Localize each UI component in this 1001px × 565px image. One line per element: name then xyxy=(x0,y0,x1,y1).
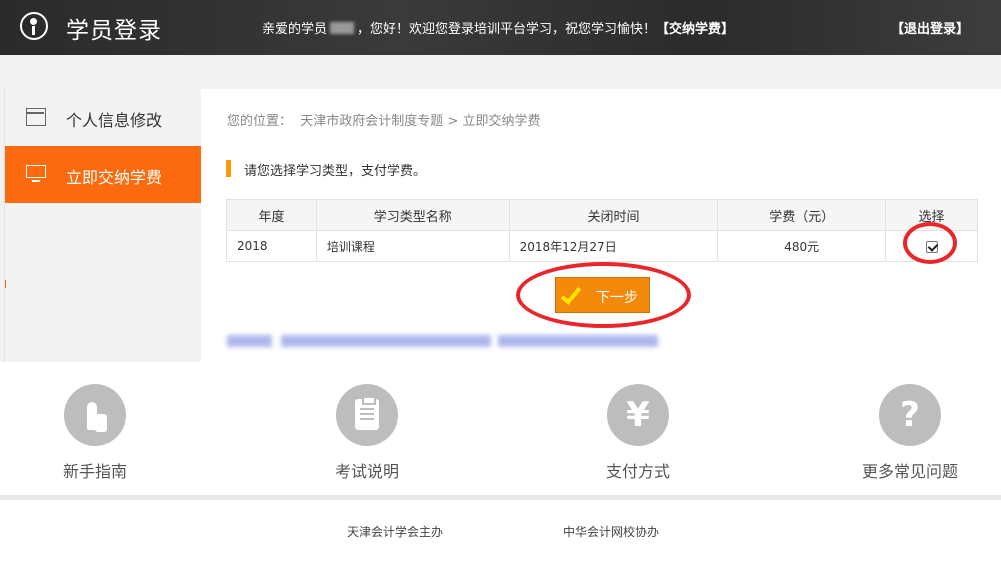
sidebar: 个人信息修改 立即交纳学费 xyxy=(4,89,213,362)
tap-icon xyxy=(64,384,126,446)
welcome-prefix: 亲爱的学员 xyxy=(262,22,328,37)
sidebar-item-label: 立即交纳学费 xyxy=(66,168,163,187)
redacted-text xyxy=(498,335,658,347)
next-step-label: 下一步 xyxy=(596,290,638,306)
monitor-icon xyxy=(26,165,46,182)
breadcrumb-prefix: 您的位置： xyxy=(227,114,293,129)
year-cell: 2018 xyxy=(226,230,317,262)
link-label: 更多常见问题 xyxy=(861,462,958,481)
redacted-name xyxy=(330,22,355,34)
column-header: 关闭时间 xyxy=(508,199,719,231)
next-step-button[interactable]: 下一步 xyxy=(555,277,650,313)
link-label: 新手指南 xyxy=(62,462,127,481)
app-title: 学员登录 xyxy=(66,18,162,44)
fee-cell: 480元 xyxy=(717,230,887,262)
link-faq[interactable]: ? 更多常见问题 xyxy=(845,384,975,482)
link-label: 考试说明 xyxy=(334,462,399,481)
column-header: 选择 xyxy=(885,199,978,231)
welcome-suffix: ，您好！欢迎您登录培训平台学习，祝您学习愉快！ xyxy=(357,22,657,37)
side-marker xyxy=(5,280,6,288)
welcome-message: 亲爱的学员 ，您好！欢迎您登录培训平台学习，祝您学习愉快！【交纳学费】 xyxy=(262,18,734,37)
breadcrumb-link[interactable]: 天津市政府会计制度专题 xyxy=(300,114,443,129)
select-cell xyxy=(885,230,978,262)
form-icon xyxy=(26,108,46,126)
logout-link[interactable]: 【退出登录】 xyxy=(891,18,969,37)
sidebar-item-pay-fees[interactable]: 立即交纳学费 xyxy=(5,146,213,203)
link-exam-info[interactable]: 考试说明 xyxy=(302,384,432,482)
main-panel: 您的位置： 天津市政府会计制度专题 > 立即交纳学费 请您选择学习类型，支付学费… xyxy=(201,89,1001,362)
clipboard-icon xyxy=(336,384,398,446)
section-hint: 请您选择学习类型，支付学费。 xyxy=(226,160,426,179)
yen-icon: ¥ xyxy=(607,384,669,446)
link-payment-methods[interactable]: ¥ 支付方式 xyxy=(573,384,703,482)
checkmark-icon xyxy=(560,283,582,305)
table-row: 2018 培训课程 2018年12月27日 480元 xyxy=(226,230,978,262)
link-beginner-guide[interactable]: 新手指南 xyxy=(30,384,160,482)
sidebar-item-profile[interactable]: 个人信息修改 xyxy=(5,89,207,146)
welcome-highlight: 【交纳学费】 xyxy=(656,22,735,37)
footer: 天津会计学会主办 中华会计网校协办 xyxy=(0,500,1001,565)
breadcrumb-separator: > xyxy=(447,114,459,129)
redacted-text xyxy=(227,335,272,347)
breadcrumb-current: 立即交纳学费 xyxy=(462,114,541,129)
table-header-row: 年度 学习类型名称 关闭时间 学费（元） 选择 xyxy=(226,199,978,231)
column-header: 学习类型名称 xyxy=(315,199,510,231)
column-header: 年度 xyxy=(226,199,317,231)
column-header: 学费（元） xyxy=(717,199,887,231)
type-cell: 培训课程 xyxy=(315,230,510,262)
footer-organizer: 天津会计学会主办 xyxy=(347,525,444,539)
close-time-cell: 2018年12月27日 xyxy=(508,230,719,262)
link-label: 支付方式 xyxy=(605,462,670,481)
help-links: 新手指南 考试说明 ¥ 支付方式 ? 更多常见问题 xyxy=(0,362,1001,495)
select-checkbox[interactable] xyxy=(925,240,938,253)
breadcrumb: 您的位置： 天津市政府会计制度专题 > 立即交纳学费 xyxy=(227,110,541,129)
footer-co-organizer: 中华会计网校协办 xyxy=(563,525,660,539)
sidebar-item-label: 个人信息修改 xyxy=(66,111,163,130)
question-icon: ? xyxy=(879,384,941,446)
user-icon xyxy=(20,12,48,40)
fee-table: 年度 学习类型名称 关闭时间 学费（元） 选择 2018 培训课程 2018年1… xyxy=(226,199,978,262)
redacted-text xyxy=(281,335,491,347)
top-header: 学员登录 亲爱的学员 ，您好！欢迎您登录培训平台学习，祝您学习愉快！【交纳学费】 … xyxy=(0,0,1001,55)
